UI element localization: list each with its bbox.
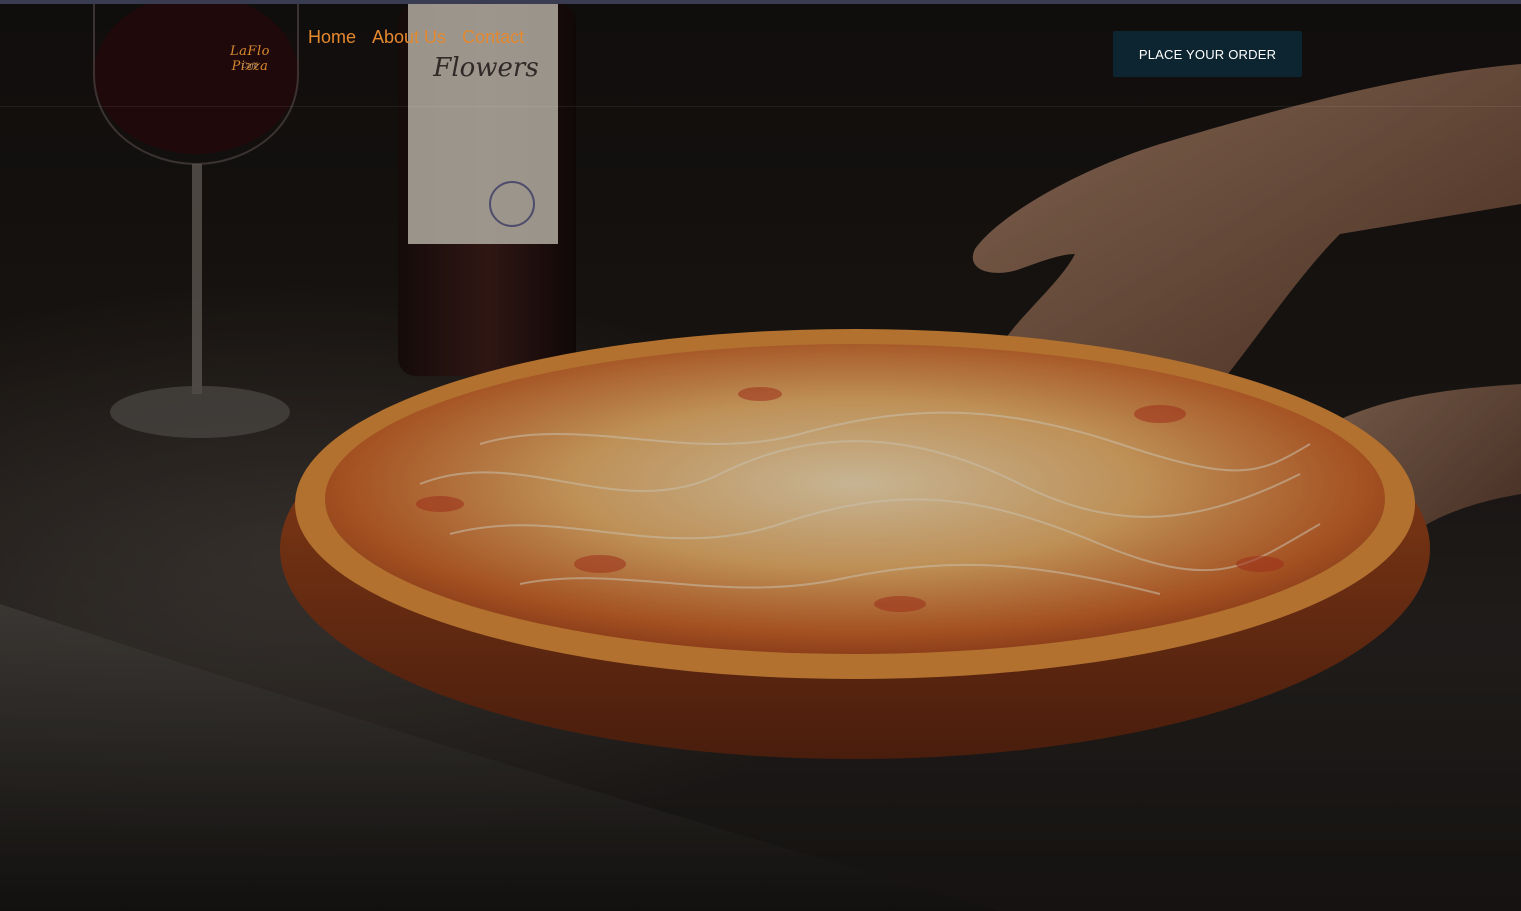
main-nav: Home About Us Contact: [308, 26, 524, 48]
nav-link-contact[interactable]: Contact: [462, 26, 524, 48]
nav-link-home[interactable]: Home: [308, 26, 356, 48]
nav-link-about-us[interactable]: About Us: [372, 26, 446, 48]
hero-photo-pizza: Flowers: [0, 4, 1521, 911]
hero-background-image: Flowers: [0, 4, 1521, 911]
place-order-button[interactable]: PLACE YOUR ORDER: [1113, 31, 1302, 77]
logo-subtext: Café: [241, 62, 259, 70]
header-divider: [0, 106, 1521, 107]
site-logo[interactable]: LaFlo Pizza Café: [214, 30, 286, 76]
